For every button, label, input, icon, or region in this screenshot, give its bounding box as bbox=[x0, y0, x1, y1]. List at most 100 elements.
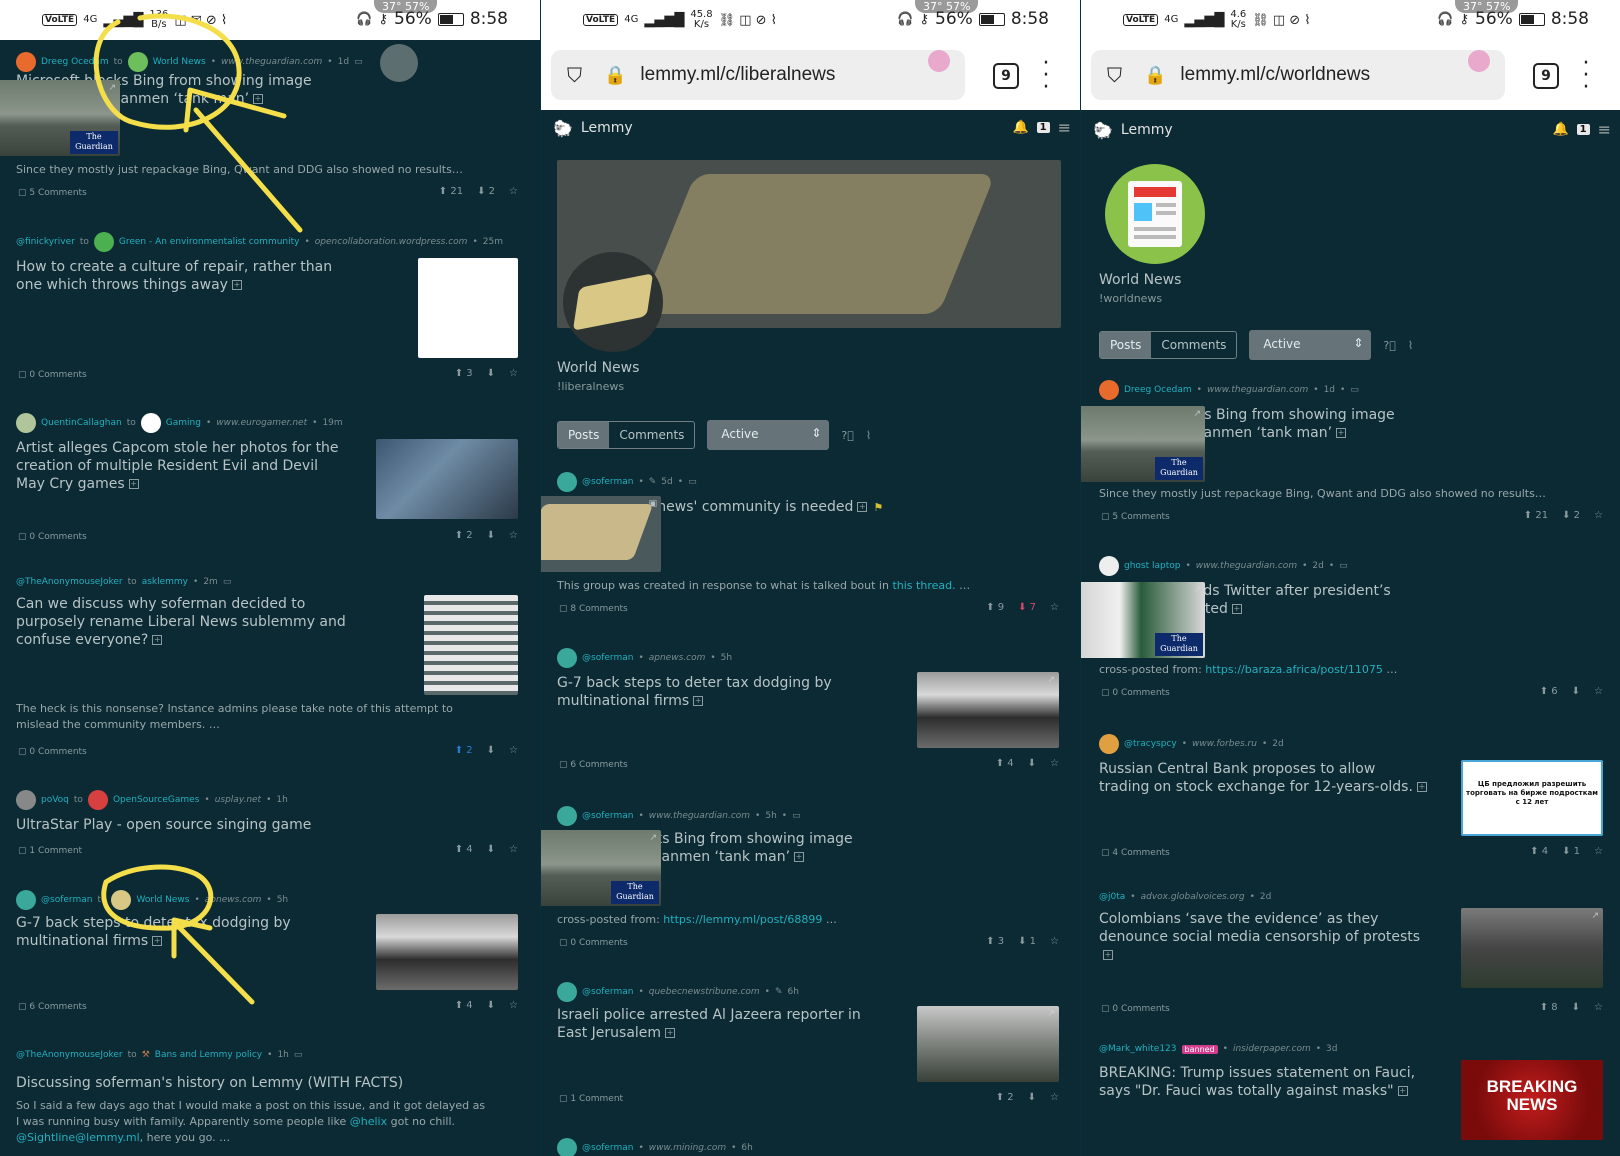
post-community[interactable]: Gaming bbox=[166, 418, 201, 428]
crosspost-link[interactable]: https://baraza.africa/post/11075 bbox=[1205, 663, 1383, 676]
comments-link[interactable]: ▢ 5 Comments bbox=[1101, 512, 1170, 522]
url-text[interactable]: lemmy.ml/c/liberalnews bbox=[640, 64, 835, 86]
external-link-icon[interactable]: ↗ bbox=[649, 833, 657, 843]
post-domain[interactable]: www.theguardian.com bbox=[649, 811, 750, 821]
post-domain[interactable]: www.mining.com bbox=[649, 1143, 726, 1153]
post-domain[interactable]: advox.globalvoices.org bbox=[1141, 892, 1245, 902]
star-icon[interactable]: ☆ bbox=[1594, 846, 1603, 857]
post-community[interactable]: Bans and Lemmy policy bbox=[155, 1050, 262, 1060]
external-link-icon[interactable]: ↗ bbox=[1193, 585, 1201, 595]
downvote-button[interactable]: ⬇ bbox=[487, 530, 495, 541]
tab-posts[interactable]: Posts bbox=[1100, 332, 1152, 358]
post-thumbnail[interactable] bbox=[376, 914, 518, 990]
lock-icon[interactable]: 🔒 bbox=[604, 65, 626, 86]
star-icon[interactable]: ☆ bbox=[1050, 1092, 1059, 1103]
external-link-icon[interactable]: ↗ bbox=[1047, 675, 1055, 685]
menu-icon[interactable]: ≡ bbox=[1058, 118, 1071, 137]
downvote-button[interactable]: ⬇ 1 bbox=[1018, 936, 1036, 947]
expand-icon[interactable]: + bbox=[253, 94, 264, 104]
expand-icon[interactable]: + bbox=[1397, 1086, 1408, 1096]
comments-link[interactable]: ▢ 5 Comments bbox=[18, 188, 87, 198]
bell-icon[interactable]: 🔔 bbox=[1552, 122, 1568, 137]
lemmy-logo-icon[interactable]: 🐑 bbox=[553, 119, 573, 138]
post-thumbnail[interactable]: ↗ bbox=[541, 830, 661, 906]
expand-icon[interactable]: + bbox=[152, 936, 163, 946]
post-author[interactable]: ghost laptop bbox=[1124, 561, 1180, 571]
downvote-button[interactable]: ⬇ 2 bbox=[477, 186, 495, 197]
downvote-button[interactable]: ⬇ bbox=[1028, 758, 1036, 769]
more-menu-icon[interactable]: · · · bbox=[1041, 53, 1051, 99]
post-author[interactable]: @finickyriver bbox=[16, 237, 75, 247]
upvote-button[interactable]: ⬆ 21 bbox=[1524, 510, 1548, 521]
downvote-button[interactable]: ⬇ 2 bbox=[1562, 510, 1580, 521]
post-domain[interactable]: apnews.com bbox=[205, 895, 262, 905]
comments-link[interactable]: ▢ 4 Comments bbox=[1101, 848, 1170, 858]
post-thumbnail[interactable]: ЦБ предложил разрешить торговать на бирж… bbox=[1461, 760, 1603, 836]
upvote-button[interactable]: ⬆ 3 bbox=[986, 936, 1004, 947]
notification-count[interactable]: 1 bbox=[1036, 122, 1050, 133]
upvote-button[interactable]: ⬆ 4 bbox=[455, 844, 473, 855]
post-author[interactable]: @j0ta bbox=[1099, 892, 1125, 902]
post-thumbnail[interactable]: ↗ bbox=[0, 80, 120, 156]
comments-link[interactable]: ▢ 0 Comments bbox=[559, 938, 628, 948]
archive-icon[interactable]: ▭ bbox=[688, 477, 697, 487]
downvote-button[interactable]: ⬇ bbox=[487, 368, 495, 379]
star-icon[interactable]: ☆ bbox=[509, 844, 518, 855]
post-author[interactable]: @soferman bbox=[41, 895, 92, 905]
post-community[interactable]: asklemmy bbox=[142, 577, 188, 587]
downvote-button[interactable]: ⬇ bbox=[1572, 1002, 1580, 1013]
brand-link[interactable]: Lemmy bbox=[581, 120, 633, 136]
sort-select[interactable]: Active bbox=[1249, 330, 1372, 360]
post-title[interactable]: G-7 back steps to deter tax dodging by m… bbox=[557, 674, 887, 710]
post-domain[interactable]: www.theguardian.com bbox=[221, 57, 322, 67]
expand-icon[interactable]: + bbox=[693, 696, 704, 706]
post-domain[interactable]: insiderpaper.com bbox=[1233, 1044, 1311, 1054]
post-thumbnail[interactable] bbox=[418, 258, 518, 358]
expand-icon[interactable]: + bbox=[794, 852, 805, 862]
thread-link[interactable]: this thread. bbox=[892, 579, 955, 592]
post-author[interactable]: poVoq bbox=[41, 795, 69, 805]
upvote-button[interactable]: ⬆ 2 bbox=[455, 530, 473, 541]
post-author[interactable]: @soferman bbox=[582, 477, 633, 487]
star-icon[interactable]: ☆ bbox=[509, 745, 518, 756]
more-menu-icon[interactable]: · · · bbox=[1581, 53, 1591, 99]
tabs-button[interactable]: 9 bbox=[1533, 63, 1559, 89]
downvote-button[interactable]: ⬇ 7 bbox=[1018, 602, 1036, 613]
post-card[interactable]: @soferman • www.theguardian.com • 5h • ▭… bbox=[541, 806, 1080, 948]
expand-icon[interactable]: + bbox=[665, 1028, 676, 1038]
upvote-button[interactable]: ⬆ 8 bbox=[1540, 1002, 1558, 1013]
expand-icon[interactable]: + bbox=[1103, 950, 1113, 960]
mention-link[interactable]: @Sightline@lemmy.ml bbox=[16, 1131, 140, 1144]
post-author[interactable]: @soferman bbox=[582, 811, 633, 821]
tab-comments[interactable]: Comments bbox=[609, 422, 694, 448]
post-author[interactable]: Dreeg Ocedam bbox=[41, 57, 109, 67]
post-domain[interactable]: apnews.com bbox=[649, 653, 706, 663]
brand-link[interactable]: Lemmy bbox=[1121, 122, 1173, 138]
post-author[interactable]: @TheAnonymouseJoker bbox=[16, 577, 123, 587]
expand-icon[interactable]: + bbox=[152, 635, 163, 645]
post-thumbnail[interactable]: ↗ bbox=[917, 1006, 1059, 1082]
downvote-button[interactable]: ⬇ bbox=[1028, 1092, 1036, 1103]
post-title[interactable]: Discussing soferman's history on Lemmy (… bbox=[16, 1074, 496, 1092]
post-author[interactable]: @soferman bbox=[582, 1143, 633, 1153]
external-link-icon[interactable]: ↗ bbox=[1193, 409, 1201, 419]
post-community[interactable]: Green - An environmentalist community bbox=[119, 237, 300, 247]
post-title[interactable]: Israeli police arrested Al Jazeera repor… bbox=[557, 1006, 887, 1042]
upvote-button[interactable]: ⬆ 4 bbox=[455, 1000, 473, 1011]
comments-link[interactable]: ▢ 1 Comment bbox=[18, 846, 82, 856]
post-thumbnail[interactable]: ↗ bbox=[1081, 406, 1205, 482]
star-icon[interactable]: ☆ bbox=[1050, 758, 1059, 769]
downvote-button[interactable]: ⬇ 1 bbox=[1562, 846, 1580, 857]
post-author[interactable]: Dreeg Ocedam bbox=[1124, 385, 1192, 395]
expand-icon[interactable]: + bbox=[128, 479, 139, 489]
external-link-icon[interactable]: ↗ bbox=[108, 83, 116, 93]
expand-icon[interactable]: + bbox=[1416, 782, 1427, 792]
help-icon[interactable]: ?⃝ bbox=[841, 429, 853, 442]
post-title[interactable]: Russian Central Bank proposes to allow t… bbox=[1099, 760, 1429, 796]
comments-link[interactable]: ▢ 0 Comments bbox=[18, 532, 87, 542]
post-thumbnail[interactable]: ↗ bbox=[917, 672, 1059, 748]
comments-link[interactable]: ▢ 0 Comments bbox=[1101, 688, 1170, 698]
shield-icon[interactable]: ⛉ bbox=[567, 63, 582, 87]
post-community[interactable]: World News bbox=[136, 895, 189, 905]
archive-icon[interactable]: ▭ bbox=[1350, 385, 1359, 395]
